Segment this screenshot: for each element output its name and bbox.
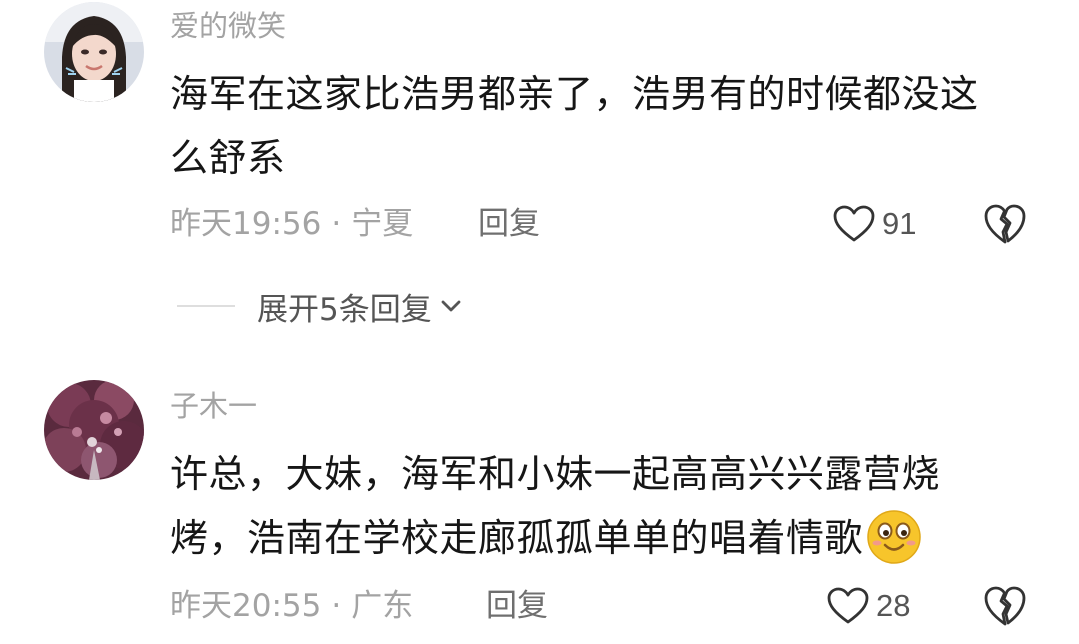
comment-text: 许总，大妹，海军和小妹一起高高兴兴露营烧 烤，浩南在学校走廊孤孤单单的唱着情歌 (170, 442, 1040, 570)
comment-meta: 昨天20:55 · 广东 (170, 582, 413, 630)
heart-outline-icon (826, 586, 870, 626)
reply-button[interactable]: 回复 (478, 200, 540, 248)
heart-outline-icon (832, 204, 876, 244)
meta-separator: · (331, 588, 342, 624)
avatar-photo (44, 380, 144, 480)
divider-line (177, 305, 235, 307)
chevron-down-icon (432, 293, 464, 319)
user-avatar[interactable] (44, 380, 144, 480)
dislike-button[interactable] (982, 202, 1028, 246)
comment-time: 昨天19:56 (170, 206, 322, 242)
like-count: 91 (882, 206, 917, 241)
comment-text-line-2: 烤，浩南在学校走廊孤孤单单的唱着情歌 (170, 506, 1040, 570)
comment-location: 广东 (351, 588, 414, 624)
comment-text-line: 么舒系 (170, 136, 286, 180)
comment-item: 爱的微笑 海军在这家比浩男都亲了，浩男有的时候都没这 么舒系 昨天19:56 · 宁… (0, 0, 1079, 340)
meta-separator: · (331, 206, 342, 242)
expand-replies-row: 展开5条回复 (177, 282, 464, 330)
like-button[interactable]: 28 (826, 582, 910, 630)
broken-heart-icon (982, 584, 1028, 628)
broken-heart-icon (982, 202, 1028, 246)
smiling-face-emoji-icon (865, 507, 923, 565)
like-button[interactable]: 91 (832, 200, 916, 248)
comment-text-line: 烤，浩南在学校走廊孤孤单单的唱着情歌 (170, 516, 864, 560)
expand-replies-button[interactable]: 展开5条回复 (257, 284, 464, 329)
expand-replies-label: 展开5条回复 (257, 291, 432, 328)
dislike-button[interactable] (982, 584, 1028, 628)
user-avatar[interactable] (44, 2, 144, 102)
comment-meta: 昨天19:56 · 宁夏 (170, 200, 413, 248)
avatar-photo (44, 2, 144, 102)
comment-username[interactable]: 子木一 (170, 388, 257, 424)
comment-text: 海军在这家比浩男都亲了，浩男有的时候都没这 么舒系 (170, 62, 1040, 190)
comment-item: 子木一 许总，大妹，海军和小妹一起高高兴兴露营烧 烤，浩南在学校走廊孤孤单单的唱… (0, 370, 1079, 644)
comment-text-line: 海军在这家比浩男都亲了，浩男有的时候都没这 (170, 72, 979, 116)
reply-button[interactable]: 回复 (486, 582, 548, 630)
comment-location: 宁夏 (351, 206, 414, 242)
comment-username[interactable]: 爱的微笑 (170, 8, 286, 44)
comment-text-line: 许总，大妹，海军和小妹一起高高兴兴露营烧 (170, 452, 941, 496)
comment-time: 昨天20:55 (170, 588, 322, 624)
like-count: 28 (876, 588, 911, 623)
